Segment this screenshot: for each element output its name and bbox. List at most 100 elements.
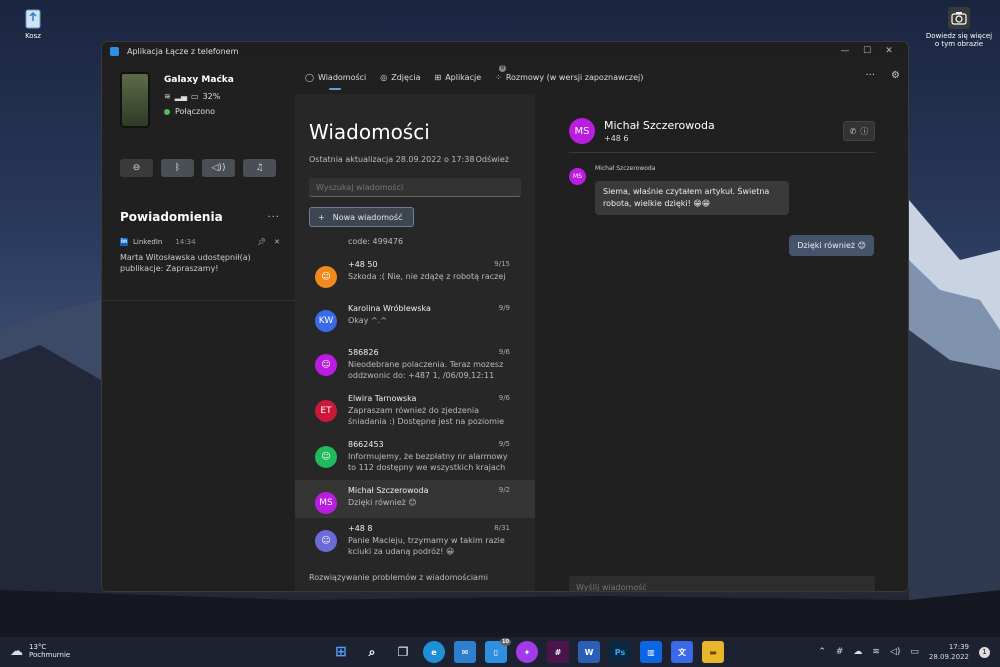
phone-icon: ✆ bbox=[849, 126, 857, 136]
maximize-icon[interactable]: ☐ bbox=[856, 46, 878, 56]
trello-icon[interactable]: ▥ bbox=[640, 641, 662, 663]
conversation-list: code: 499476 ☺ +48 50 9/15 Szkoda :( Nie,… bbox=[295, 234, 535, 556]
volume-icon[interactable]: ◁) bbox=[890, 647, 900, 657]
phone-link-window: Aplikacja Łącze z telefonem — ☐ ✕ Galaxy… bbox=[101, 41, 909, 592]
chevron-up-icon[interactable]: ⌃ bbox=[818, 647, 826, 657]
dismiss-icon[interactable]: ✕ bbox=[274, 238, 280, 246]
slack-icon[interactable]: # bbox=[547, 641, 569, 663]
volume-button[interactable]: ◁)) bbox=[202, 159, 235, 177]
more-options-icon[interactable]: ··· bbox=[865, 70, 875, 81]
messenger-icon[interactable]: ✦ bbox=[516, 641, 538, 663]
tab-apps[interactable]: ⊞ Aplikacje bbox=[434, 60, 481, 94]
weather-widget[interactable]: ☁ 13°C Pochmurnie bbox=[10, 643, 70, 659]
mail-icon[interactable]: ✉ bbox=[454, 641, 476, 663]
conversation-name: Elwira Tarnowska bbox=[348, 394, 417, 403]
translator-icon[interactable]: 文 bbox=[671, 641, 693, 663]
info-icon: ⓘ bbox=[860, 126, 869, 136]
camera-label-line1: Dowiedz się więcej bbox=[925, 32, 993, 40]
page-title: Wiadomości bbox=[309, 120, 430, 144]
learn-about-image-shortcut[interactable]: Dowiedz się więcej o tym obrazie bbox=[924, 6, 994, 48]
camera-label-line2: o tym obrazie bbox=[934, 40, 984, 48]
task-view-icon[interactable]: ❐ bbox=[392, 641, 414, 663]
wifi-icon[interactable]: ≋ bbox=[872, 647, 880, 657]
avatar: ☺ bbox=[315, 354, 337, 376]
start-icon[interactable]: ⊞ bbox=[330, 641, 352, 663]
battery-icon[interactable]: ▭ bbox=[910, 647, 919, 657]
conversation-preview: Panie Macieju, trzymamy w takim razie kc… bbox=[348, 536, 505, 556]
photoshop-icon[interactable]: Ps bbox=[609, 641, 631, 663]
settings-gear-icon[interactable]: ⚙ bbox=[891, 70, 900, 81]
chat-pane: MS Michał Szczerowoda +48 6 ✆ ⓘ MS Micha… bbox=[535, 94, 908, 591]
calls-badge: 8 bbox=[499, 65, 507, 72]
avatar: ☺ bbox=[315, 266, 337, 288]
search-input[interactable] bbox=[309, 178, 521, 197]
word-icon[interactable]: W bbox=[578, 641, 600, 663]
refresh-link[interactable]: Odśwież bbox=[476, 155, 509, 164]
list-item[interactable]: KW Karolina Wróblewska 9/9 Okay ^.^ bbox=[295, 298, 535, 342]
title-bar[interactable]: Aplikacja Łącze z telefonem — ☐ ✕ bbox=[102, 42, 908, 60]
phone-image bbox=[120, 72, 150, 128]
avatar: KW bbox=[315, 310, 337, 332]
plus-icon: + bbox=[318, 212, 325, 222]
volume-icon: ◁)) bbox=[211, 163, 226, 173]
conversation-name: +48 50 bbox=[348, 260, 378, 269]
contact-name: Michał Szczerowoda bbox=[604, 119, 715, 132]
cloud-icon: ☁ bbox=[10, 643, 23, 659]
bluetooth-icon: ᛒ bbox=[174, 163, 181, 173]
tab-apps-label: Aplikacje bbox=[445, 72, 482, 82]
conversation-name: 8662453 bbox=[348, 440, 384, 449]
do-not-disturb-button[interactable]: ⊖ bbox=[120, 159, 153, 177]
compose-input[interactable] bbox=[569, 576, 875, 591]
outgoing-message[interactable]: Dzięki również 😊 bbox=[789, 235, 874, 256]
device-status-row: ≋ ▂▄ ▭ 32% bbox=[164, 92, 234, 101]
conversation-preview: Nieodebrane polaczenia. Teraz mozesz odd… bbox=[348, 360, 504, 380]
tab-messages[interactable]: ◯ Wiadomości bbox=[305, 60, 366, 94]
conversation-preview: Szkoda :( Nie, nie zdążę z robotą raczej bbox=[348, 272, 506, 281]
recycle-bin-shortcut[interactable]: Kosz bbox=[18, 6, 48, 40]
list-item[interactable]: ET Elwira Tarnowska 9/6 Zapraszam również… bbox=[295, 388, 535, 434]
search-icon[interactable]: ⌕ bbox=[361, 641, 383, 663]
list-item[interactable]: ☺ +48 50 9/15 Szkoda :( Nie, nie zdążę z … bbox=[295, 254, 535, 298]
bluetooth-button[interactable]: ᛒ bbox=[161, 159, 194, 177]
call-info-button[interactable]: ✆ ⓘ bbox=[843, 121, 875, 141]
notification-body: Marta Witosławska udostępnił(a) publikac… bbox=[120, 253, 251, 273]
conversation-date: 9/5 bbox=[498, 440, 510, 448]
tab-calls[interactable]: 8 ⁘ Rozmowy (w wersji zapoznawczej) bbox=[495, 60, 643, 94]
list-item[interactable]: ☺ +48 8 8/31 Panie Macieju, trzymamy w ta… bbox=[295, 518, 535, 556]
file-explorer-icon[interactable]: ▬ bbox=[702, 641, 724, 663]
incoming-message[interactable]: Siema, właśnie czytałem artykuł. Świetna… bbox=[595, 181, 789, 215]
phone-link-taskbar-icon[interactable]: ▯ 10 bbox=[485, 638, 511, 663]
minimize-icon[interactable]: — bbox=[834, 46, 856, 56]
close-icon[interactable]: ✕ bbox=[878, 46, 900, 56]
edge-icon[interactable]: e bbox=[423, 641, 445, 663]
list-item[interactable]: ☺ 8662453 9/5 Informujemy, że bezpłatny n… bbox=[295, 434, 535, 480]
temperature: 13°C bbox=[29, 643, 47, 651]
battery-icon: ▭ bbox=[191, 92, 199, 101]
tab-photos[interactable]: ◎ Zdjęcia bbox=[380, 60, 420, 94]
clock-date: 28.09.2022 bbox=[928, 653, 969, 661]
notification-count-badge[interactable]: 1 bbox=[979, 646, 990, 658]
list-item[interactable]: MS Michał Szczerowoda 9/2 Dzięki również … bbox=[295, 480, 535, 518]
list-item[interactable]: code: 499476 bbox=[295, 234, 535, 254]
onedrive-icon[interactable]: ☁ bbox=[853, 647, 862, 657]
music-button[interactable]: ♫ bbox=[243, 159, 276, 177]
troubleshoot-link[interactable]: Rozwiązywanie problemów z wiadomościami bbox=[309, 573, 488, 582]
notification-item[interactable]: in LinkedIn 14:34 📌︎ ✕ Marta Witosławska… bbox=[120, 238, 280, 274]
notifications-title: Powiadomienia bbox=[120, 210, 223, 224]
taskbar-badge: 10 bbox=[500, 638, 511, 646]
divider bbox=[102, 300, 295, 301]
apps-icon: ⊞ bbox=[434, 72, 442, 82]
conversation-date: 9/6 bbox=[498, 348, 510, 356]
notifications-more-icon[interactable]: ··· bbox=[267, 212, 280, 223]
connection-status: Połączono bbox=[164, 107, 234, 116]
slack-tray-icon[interactable]: # bbox=[836, 647, 844, 657]
last-update: Ostatnia aktualizacja 28.09.2022 o 17:38 bbox=[309, 155, 475, 164]
new-message-button[interactable]: + Nowa wiadomość bbox=[309, 207, 414, 227]
conversation-preview: Dzięki również 😊 bbox=[348, 498, 417, 507]
conversation-preview: code: 499476 bbox=[348, 237, 404, 246]
conversation-name: Karolina Wróblewska bbox=[348, 304, 431, 313]
clock[interactable]: 17:39 28.09.2022 bbox=[929, 642, 969, 662]
list-item[interactable]: ☺ 586826 9/6 Nieodebrane polaczenia. Tera… bbox=[295, 342, 535, 388]
pin-icon[interactable]: 📌︎ bbox=[257, 238, 266, 246]
person-icon: ☺ bbox=[321, 272, 331, 282]
